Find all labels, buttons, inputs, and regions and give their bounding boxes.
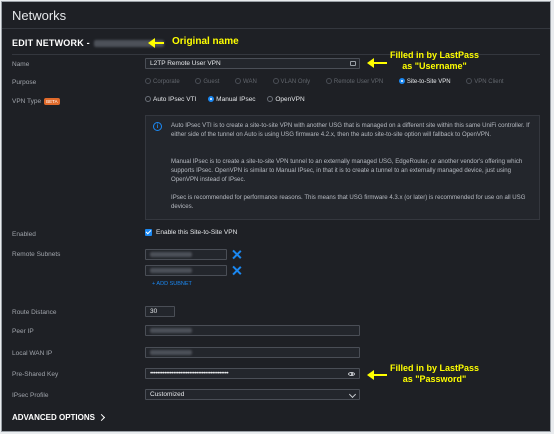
- purpose-option-guest[interactable]: Guest: [195, 78, 219, 85]
- purpose-option-corporate[interactable]: Corporate: [145, 78, 180, 85]
- callout-password: Filled in by LastPass as "Password": [390, 363, 480, 384]
- name-label: Name: [12, 61, 30, 68]
- enable-checkbox-text: Enable this Site-to-Site VPN: [156, 229, 238, 237]
- redacted-peer-ip: [150, 327, 192, 333]
- key-icon[interactable]: [350, 61, 356, 66]
- purpose-radio-group: Corporate Guest WAN VLAN Only Remote Use…: [145, 78, 518, 85]
- chevron-right-icon: [97, 414, 106, 422]
- beta-badge: BETA: [44, 98, 60, 105]
- name-value: L2TP Remote User VPN: [150, 60, 221, 67]
- eye-icon[interactable]: [348, 372, 355, 376]
- enabled-label: Enabled: [12, 231, 36, 238]
- divider: [2, 28, 550, 29]
- chevron-down-icon: [348, 390, 357, 399]
- info-icon: i: [153, 122, 162, 131]
- psk-input[interactable]: ••••••••••••••••••••••••••••••••••••••••…: [145, 368, 360, 379]
- local-wan-ip-input[interactable]: [145, 347, 360, 358]
- checkbox-checked-icon[interactable]: [145, 229, 152, 236]
- ipsec-profile-select[interactable]: Customized: [145, 389, 360, 400]
- purpose-option-remote-user-vpn[interactable]: Remote User VPN: [325, 78, 383, 85]
- callout-username: Filled in by LastPass as "Username": [390, 50, 480, 71]
- remote-subnet-input[interactable]: [145, 265, 227, 276]
- redacted-subnet: [150, 267, 192, 273]
- psk-label: Pre-Shared Key: [12, 371, 59, 378]
- close-icon[interactable]: [232, 266, 241, 275]
- advanced-options-toggle[interactable]: ADVANCED OPTIONS: [12, 413, 106, 422]
- close-icon[interactable]: [232, 250, 241, 259]
- vpn-type-radio-group: Auto IPsec VTI Manual IPsec OpenVPN: [145, 96, 315, 103]
- ipsec-profile-label: IPsec Profile: [12, 392, 49, 399]
- remote-subnet-input[interactable]: [145, 249, 227, 260]
- purpose-label: Purpose: [12, 79, 37, 86]
- callout-arrow: [367, 58, 387, 68]
- psk-value: ••••••••••••••••••••••••••••••••••••••••…: [150, 370, 229, 377]
- vpn-info-box: i Auto IPsec VTI is to create a site-to-…: [145, 115, 540, 220]
- edit-network-heading: EDIT NETWORK -: [12, 38, 164, 48]
- remote-subnets-label: Remote Subnets: [12, 251, 61, 258]
- networks-window: Networks EDIT NETWORK - Name L2TP Remote…: [1, 1, 551, 432]
- redacted-subnet: [150, 251, 192, 257]
- callout-arrow: [148, 38, 164, 48]
- info-paragraph-recommend: IPsec is recommended for performance rea…: [171, 194, 526, 210]
- peer-ip-label: Peer IP: [12, 328, 34, 335]
- purpose-option-vpn-client[interactable]: VPN Client: [466, 78, 504, 85]
- route-distance-input[interactable]: 30: [145, 306, 175, 317]
- vpn-type-auto-ipsec-vti[interactable]: Auto IPsec VTI: [145, 96, 196, 103]
- purpose-option-vlan-only[interactable]: VLAN Only: [272, 78, 310, 85]
- peer-ip-input[interactable]: [145, 325, 360, 336]
- route-distance-label: Route Distance: [12, 309, 57, 316]
- add-subnet-button[interactable]: + ADD SUBNET: [152, 281, 192, 287]
- vpn-type-manual-ipsec[interactable]: Manual IPsec: [208, 96, 256, 103]
- ipsec-profile-value: Customized: [150, 391, 185, 398]
- enable-checkbox[interactable]: Enable this Site-to-Site VPN: [145, 229, 237, 236]
- callout-arrow: [367, 370, 387, 380]
- vpn-type-openvpn[interactable]: OpenVPN: [267, 96, 305, 103]
- page-title: Networks: [12, 8, 67, 23]
- callout-original-name: Original name: [172, 36, 239, 47]
- purpose-option-wan[interactable]: WAN: [235, 78, 257, 85]
- info-paragraph-auto: Auto IPsec VTI is to create a site-to-si…: [171, 122, 530, 138]
- local-wan-ip-label: Local WAN IP: [12, 350, 53, 357]
- name-input[interactable]: L2TP Remote User VPN: [145, 58, 360, 69]
- vpn-type-label: VPN Type BETA: [12, 98, 60, 106]
- info-paragraph-manual: Manual IPsec is to create a site-to-site…: [171, 158, 523, 183]
- edit-network-label: EDIT NETWORK -: [12, 38, 90, 48]
- redacted-wan-ip: [150, 349, 192, 355]
- purpose-option-site-to-site-vpn[interactable]: Site-to-Site VPN: [398, 78, 451, 85]
